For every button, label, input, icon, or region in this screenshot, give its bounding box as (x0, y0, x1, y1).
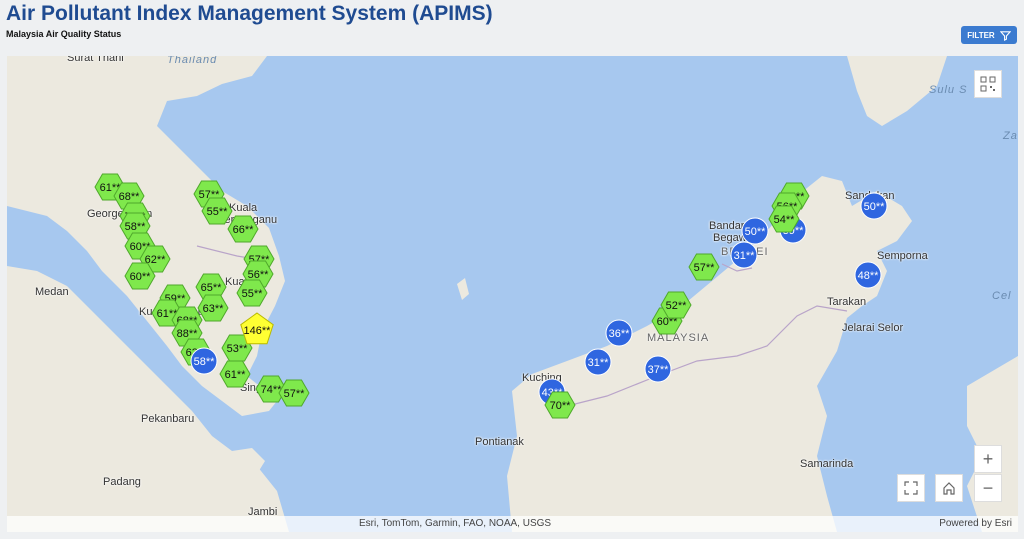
station-label: 57** (284, 388, 306, 400)
station-label: 31** (588, 357, 610, 369)
station-label: 60** (130, 271, 152, 283)
station-label: 48** (858, 270, 880, 282)
station-label: 53** (227, 343, 249, 355)
station-label: 37** (648, 364, 670, 376)
filter-icon (999, 30, 1011, 41)
station-label: 58** (125, 221, 147, 233)
powered-by-text[interactable]: Powered by Esri (939, 518, 1012, 529)
station-label: 146** (244, 325, 272, 337)
zoom-in-button[interactable]: + (974, 445, 1002, 473)
zoom-out-button[interactable]: − (974, 474, 1002, 502)
station-label: 70** (550, 400, 572, 412)
page-header: Air Pollutant Index Management System (A… (0, 0, 1024, 52)
fullscreen-button[interactable] (897, 474, 925, 502)
station-markers: 61**68**71**58**60**62**60**57**55**66**… (94, 173, 888, 419)
station-label: 65** (201, 282, 223, 294)
expand-icon (904, 481, 918, 495)
page-title: Air Pollutant Index Management System (A… (6, 2, 493, 25)
home-button[interactable] (935, 474, 963, 502)
basemap-gallery-button[interactable] (974, 70, 1002, 98)
station-label: 36** (609, 328, 631, 340)
qr-grid-icon (980, 76, 996, 92)
map-view[interactable]: Surat Thani Thailand Sulu S George Town … (7, 56, 1018, 532)
station-label: 31** (734, 250, 756, 262)
attribution-text: Esri, TomTom, Garmin, FAO, NOAA, USGS (359, 518, 552, 529)
station-label: 55** (207, 206, 229, 218)
minus-icon: − (982, 477, 994, 498)
filter-button-label: FILTER (967, 30, 995, 40)
page-subtitle: Malaysia Air Quality Status (6, 29, 122, 39)
station-label: 58** (194, 356, 216, 368)
attribution-bar: Esri, TomTom, Garmin, FAO, NOAA, USGS Po… (7, 516, 1018, 532)
station-label: 52** (666, 300, 688, 312)
station-label: 56** (248, 269, 270, 281)
station-label: 66** (233, 224, 255, 236)
station-label: 61** (225, 369, 247, 381)
station-label: 57** (694, 262, 716, 274)
plus-icon: + (982, 448, 994, 469)
station-label: 50** (745, 226, 767, 238)
station-label: 50** (864, 201, 886, 213)
station-label: 55** (242, 288, 264, 300)
station-label: 88** (177, 328, 199, 340)
station-label: 63** (203, 303, 225, 315)
station-label: 74** (261, 384, 283, 396)
station-label: 68** (119, 191, 141, 203)
filter-button[interactable]: FILTER (961, 26, 1017, 44)
station-label: 54** (774, 214, 796, 226)
home-icon (943, 482, 955, 495)
